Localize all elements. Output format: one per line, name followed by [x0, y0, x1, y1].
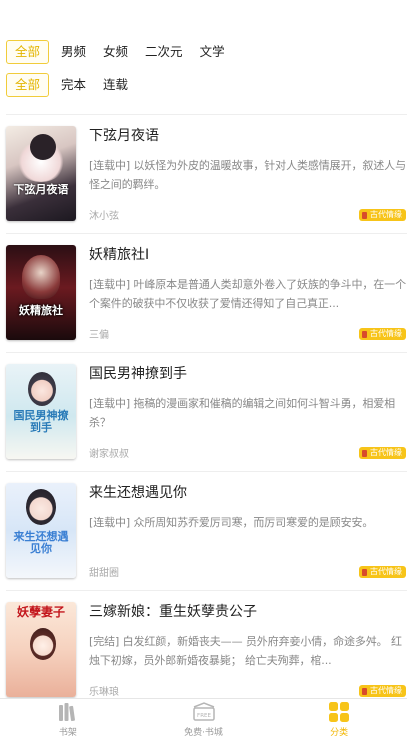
bookmark-icon — [362, 687, 367, 695]
book-desc: [连载中] 众所周知苏乔爱厉司寒，而厉司寒爱的是顾安安。 — [89, 516, 374, 529]
filter-status-ongoing[interactable]: 连载 — [103, 74, 128, 96]
book-cover[interactable]: 妖精旅社 — [6, 245, 76, 340]
book-info: 国民男神撩到手 [连载中] 拖稿的漫画家和催稿的编辑之间如何斗智斗勇，相爱相杀？… — [89, 364, 407, 462]
book-item[interactable]: 来生还想遇见你 来生还想遇见你 [连载中] 众所周知苏乔爱厉司寒，而厉司寒爱的是… — [0, 472, 407, 590]
genre-tag: 古代情缘 — [359, 685, 406, 697]
filter-category-female[interactable]: 女频 — [103, 41, 128, 63]
filter-status-all[interactable]: 全部 — [6, 73, 50, 97]
tab-free-store[interactable]: FREE 免费·书城 — [136, 699, 272, 742]
filter-status-finished[interactable]: 完本 — [61, 74, 86, 96]
bookmark-icon — [362, 330, 367, 338]
category-filter-row: 全部 男频 女频 二次元 文学 — [6, 40, 401, 64]
book-desc: [完结] 白发红颜，新婚丧夫—— 员外府弃妾小倩，命途多舛。 红烛下初嫁，员外郎… — [89, 635, 402, 667]
book-author: 谢家叔叔 — [89, 449, 129, 460]
book-author: 三偏 — [89, 330, 109, 341]
book-list: 下弦月夜语 下弦月夜语 [连载中] 以妖怪为外皮的温暖故事，针对人类感情展开，叙… — [0, 114, 407, 709]
book-title: 妖精旅社I — [89, 247, 150, 263]
genre-tag-label: 古代情缘 — [370, 210, 402, 219]
genre-tag: 古代情缘 — [359, 328, 406, 340]
book-item[interactable]: 下弦月夜语 下弦月夜语 [连载中] 以妖怪为外皮的温暖故事，针对人类感情展开，叙… — [0, 115, 407, 233]
book-cover[interactable]: 国民男神撩到手 — [6, 364, 76, 459]
store-icon: FREE — [191, 702, 217, 722]
tab-free-store-label: 免费·书城 — [184, 728, 223, 738]
book-cover-title: 国民男神撩到手 — [13, 409, 69, 434]
genre-tag-label: 古代情缘 — [370, 448, 402, 457]
book-cover[interactable]: 下弦月夜语 — [6, 126, 76, 221]
book-info: 妖精旅社I [连载中] 叶峰原本是普通人类却意外卷入了妖族的争斗中，在一个个案件… — [89, 245, 407, 343]
bookshelf-icon — [57, 702, 79, 722]
book-title: 来生还想遇见你 — [89, 485, 187, 501]
book-cover[interactable]: 妖孽妻子 — [6, 602, 76, 697]
book-info: 三嫁新娘：重生妖孽贵公子 [完结] 白发红颜，新婚丧夫—— 员外府弃妾小倩，命途… — [89, 602, 407, 700]
tab-bookshelf[interactable]: 书架 — [0, 699, 136, 742]
book-item[interactable]: 妖精旅社 妖精旅社I [连载中] 叶峰原本是普通人类却意外卷入了妖族的争斗中，在… — [0, 234, 407, 352]
bottom-tab-bar: 书架 FREE 免费·书城 分类 — [0, 698, 407, 742]
book-author: 甜甜圈 — [89, 568, 119, 579]
book-item[interactable]: 妖孽妻子 三嫁新娘：重生妖孽贵公子 [完结] 白发红颜，新婚丧夫—— 员外府弃妾… — [0, 591, 407, 709]
book-desc: [连载中] 叶峰原本是普通人类却意外卷入了妖族的争斗中，在一个个案件的破获中不仅… — [89, 278, 406, 310]
book-cover-title: 下弦月夜语 — [13, 183, 69, 196]
genre-tag-label: 古代情缘 — [370, 686, 402, 695]
filter-category-literature[interactable]: 文学 — [200, 41, 225, 63]
tab-category-label: 分类 — [330, 728, 349, 738]
genre-tag-label: 古代情缘 — [370, 567, 402, 576]
filter-category-acg[interactable]: 二次元 — [145, 41, 183, 63]
category-grid-icon — [328, 702, 350, 722]
bookmark-icon — [362, 449, 367, 457]
genre-tag: 古代情缘 — [359, 447, 406, 459]
book-cover[interactable]: 来生还想遇见你 — [6, 483, 76, 578]
filter-category-male[interactable]: 男频 — [61, 41, 86, 63]
book-title: 三嫁新娘：重生妖孽贵公子 — [89, 604, 257, 620]
book-title: 国民男神撩到手 — [89, 366, 187, 382]
free-badge-text: FREE — [197, 713, 211, 719]
book-author: 沐小弦 — [89, 211, 119, 222]
bookmark-icon — [362, 211, 367, 219]
book-desc: [连载中] 拖稿的漫画家和催稿的编辑之间如何斗智斗勇，相爱相杀？ — [89, 397, 396, 429]
tab-bookshelf-label: 书架 — [58, 728, 77, 738]
book-desc: [连载中] 以妖怪为外皮的温暖故事，针对人类感情展开，叙述人与怪之间的羁绊。 — [89, 159, 406, 191]
filter-panel: 全部 男频 女频 二次元 文学 全部 完本 连载 — [6, 40, 401, 106]
book-cover-title: 妖精旅社 — [19, 304, 63, 317]
filter-category-all[interactable]: 全部 — [6, 40, 50, 64]
genre-tag: 古代情缘 — [359, 566, 406, 578]
bookmark-icon — [362, 568, 367, 576]
book-author: 乐琳琅 — [89, 687, 119, 698]
tab-category[interactable]: 分类 — [271, 699, 407, 742]
genre-tag-label: 古代情缘 — [370, 329, 402, 338]
book-cover-title: 来生还想遇见你 — [13, 530, 69, 555]
book-info: 下弦月夜语 [连载中] 以妖怪为外皮的温暖故事，针对人类感情展开，叙述人与怪之间… — [89, 126, 407, 224]
book-title: 下弦月夜语 — [89, 128, 159, 144]
genre-tag: 古代情缘 — [359, 209, 406, 221]
book-info: 来生还想遇见你 [连载中] 众所周知苏乔爱厉司寒，而厉司寒爱的是顾安安。 甜甜圈… — [89, 483, 407, 581]
book-cover-title: 妖孽妻子 — [16, 605, 65, 619]
book-item[interactable]: 国民男神撩到手 国民男神撩到手 [连载中] 拖稿的漫画家和催稿的编辑之间如何斗智… — [0, 353, 407, 471]
status-filter-row: 全部 完本 连载 — [6, 73, 401, 97]
